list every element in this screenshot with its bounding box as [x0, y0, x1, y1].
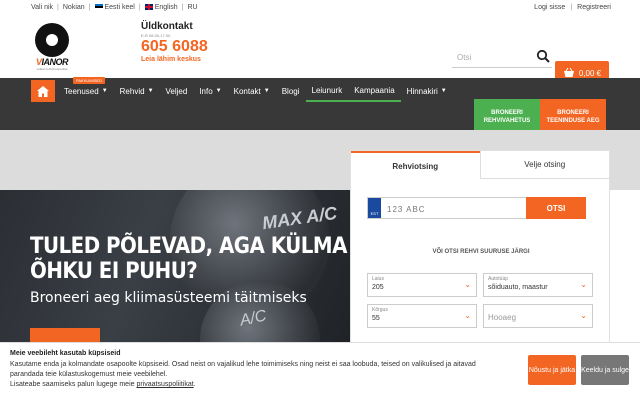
nav-item-label: Hinnakiri	[406, 86, 438, 96]
field-value: 205	[372, 284, 384, 291]
register-link[interactable]: Registreeri	[577, 4, 611, 11]
nav-item-rehvid[interactable]: Rehvid ▼	[114, 80, 160, 102]
lang-estonian[interactable]: Eesti keel	[94, 4, 135, 11]
logo-tagline: nokian rehvid expertise	[36, 67, 68, 71]
nav-item-label: Teenused	[64, 86, 99, 96]
tab-tire-search[interactable]: Rehviotsing	[351, 151, 480, 179]
nav-item-info[interactable]: Info ▼	[193, 80, 227, 102]
lang-english[interactable]: English	[144, 4, 178, 11]
nav-item-veljed[interactable]: Veljed	[160, 80, 194, 102]
separator: |	[88, 4, 91, 11]
offers-badge: PAKKUMISED	[73, 77, 105, 84]
chevron-down-icon: ⌄	[580, 311, 587, 320]
width-select[interactable]: Laius 205 ⌄	[367, 273, 477, 297]
nav-item-label: Info	[199, 86, 213, 96]
nav-item-label: Rehvid	[119, 86, 145, 96]
nearest-center-link[interactable]: Leia lähim keskus	[141, 56, 208, 63]
top-left-links: Vali nik | Nokian | Eesti keel | English | R…	[31, 4, 198, 11]
nav-item-label: Kampaania	[354, 85, 395, 95]
search-input[interactable]: Otsi	[452, 46, 552, 68]
cookie-more: Lisateabe saamiseks palun lugege meie	[10, 381, 137, 388]
nav-item-blogi[interactable]: Blogi	[276, 80, 306, 102]
lang-estonian-label: Eesti keel	[104, 4, 135, 11]
account-links: Logi sisse | Registreeri	[534, 4, 611, 11]
contact-block: Üldkontakt E-R 08.30-17.00 605 6088 Leia…	[141, 21, 208, 63]
header: VIANOR nokian rehvid expertise Üldkontak…	[0, 17, 640, 85]
separator: |	[138, 4, 141, 11]
eu-plate-badge: EST	[368, 198, 381, 218]
nav-item-label: Kontakt	[233, 86, 261, 96]
lang-english-label: English	[154, 4, 178, 11]
size-search-heading: VÕI OTSI REHVI SUURUSE JÄRGI	[432, 249, 530, 255]
chevron-down-icon: ▼	[263, 88, 270, 94]
chevron-down-icon: ▼	[147, 88, 154, 94]
chevron-down-icon: ▼	[101, 88, 108, 94]
link-nokian[interactable]: Nokian	[63, 4, 85, 11]
hero-headline: TULED PÕLEVAD, AGA KÜLMA ÕHKU EI PUHU?	[30, 234, 347, 284]
plate-placeholder: 123 ABC	[387, 205, 426, 214]
privacy-policy-link[interactable]: privaatsuspoliitikat	[136, 381, 193, 388]
height-select[interactable]: Kõrgus 55 ⌄	[367, 304, 477, 328]
hero-banner[interactable]: MAX A/C A/C TULED PÕLEVAD, AGA KÜLMA ÕHK…	[0, 190, 350, 350]
separator: |	[570, 4, 573, 11]
estonia-flag-icon	[94, 4, 103, 11]
tire-search-panel: Rehviotsing Velje otsing EST 123 ABC OTS…	[350, 150, 610, 360]
search-icon[interactable]	[536, 49, 550, 63]
field-label: Kõrgus	[372, 307, 388, 313]
vehicle-type-select[interactable]: Autotüüp sõiduauto, maastur ⌄	[483, 273, 593, 297]
logo-text: VIANOR	[35, 57, 69, 67]
nav-item-label: Veljed	[165, 86, 188, 96]
search-tabs: Rehviotsing Velje otsing	[351, 151, 609, 179]
link-vali-nik[interactable]: Vali nik	[31, 4, 53, 11]
cookie-decline-button[interactable]: Keeldu ja sulge	[581, 355, 629, 385]
top-bar: Vali nik | Nokian | Eesti keel | English | R…	[0, 0, 640, 17]
home-button[interactable]	[31, 80, 55, 102]
cart-total: 0,00 €	[578, 68, 602, 78]
separator: |	[181, 4, 184, 11]
contact-title: Üldkontakt	[141, 21, 193, 32]
nav-item-label: Blogi	[281, 86, 300, 96]
lang-russian[interactable]: RU	[187, 4, 197, 11]
nav-item-kontakt[interactable]: Kontakt ▼	[228, 80, 276, 102]
nav-item-kampaania[interactable]: Kampaania	[348, 80, 401, 102]
search-placeholder: Otsi	[457, 53, 472, 62]
chevron-down-icon: ▼	[215, 88, 222, 94]
plate-country: EST	[370, 211, 379, 216]
home-icon	[37, 85, 49, 97]
field-label: Autotüüp	[488, 276, 509, 282]
cookie-accept-button[interactable]: Nõustu ja jätka	[528, 355, 576, 385]
plate-search-button[interactable]: OTSI	[526, 197, 586, 219]
nav-item-label: Leiunurk	[311, 85, 343, 95]
phone-number[interactable]: 605 6088	[141, 38, 208, 56]
tab-rim-search[interactable]: Velje otsing	[479, 151, 609, 179]
separator: |	[57, 4, 59, 11]
chevron-down-icon: ⌄	[464, 311, 471, 320]
cookie-banner: Meie veebileht kasutab küpsiseid Kasutam…	[0, 342, 640, 400]
field-placeholder: Hooaeg	[488, 313, 517, 322]
field-value: 55	[372, 315, 380, 322]
chevron-down-icon: ⌄	[464, 280, 471, 289]
login-link[interactable]: Logi sisse	[534, 4, 565, 11]
cookie-title: Meie veebileht kasutab küpsiseid	[10, 350, 121, 357]
tire-logo-icon	[35, 23, 69, 57]
hero-subheadline: Broneeri aeg kliimasüsteemi täitmiseks	[30, 290, 307, 306]
license-plate-input[interactable]: EST 123 ABC	[367, 197, 527, 219]
cookie-text: Kasutame enda ja kolmandate osapoolte kü…	[10, 361, 476, 388]
season-select[interactable]: Hooaeg ⌄	[483, 304, 593, 328]
uk-flag-icon	[144, 4, 153, 11]
field-value: sõiduauto, maastur	[488, 284, 548, 291]
chevron-down-icon: ⌄	[580, 280, 587, 289]
vianor-logo[interactable]: VIANOR nokian rehvid expertise	[30, 23, 74, 71]
nav-menu: Teenused ▼ Rehvid ▼ Veljed Info ▼ Kontakt ▼ …	[58, 80, 453, 102]
nav-item-hinnakiri[interactable]: Hinnakiri ▼	[401, 80, 453, 102]
field-label: Laius	[372, 276, 384, 282]
nav-item-leiunurk[interactable]: Leiunurk	[305, 80, 349, 102]
basket-icon	[563, 68, 574, 77]
chevron-down-icon: ▼	[440, 88, 447, 94]
cookie-body: Kasutame enda ja kolmandate osapoolte kü…	[10, 361, 476, 378]
